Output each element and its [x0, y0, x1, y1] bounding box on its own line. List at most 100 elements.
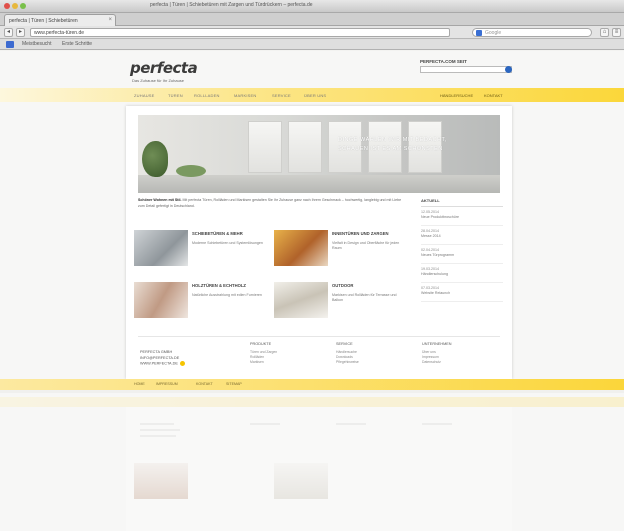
footer-link[interactable]: Markisen: [250, 360, 326, 365]
news-date: 12.05.2014: [421, 210, 439, 214]
browser-search-placeholder: Google: [485, 30, 502, 36]
footer-bar-link[interactable]: HOME: [134, 382, 145, 386]
footer-divider: [0, 390, 624, 393]
news-item[interactable]: 19.03.2014 Händlerschulung: [421, 264, 503, 283]
news-heading: AKTUELL: [421, 196, 503, 207]
footer-bar: HOME IMPRESSUM KONTAKT SITEMAP: [0, 379, 624, 390]
back-button[interactable]: ◂: [4, 28, 13, 37]
news-date: 07.03.2014: [421, 286, 439, 290]
navigation-toolbar: ◂ ▸ www.perfecta-türen.de Google ⌂ ≡: [0, 26, 624, 39]
news-item[interactable]: 02.04.2014 Neues Türprogramm: [421, 245, 503, 264]
hero-line-2: SCHAUEN IST ES AM SCHÖNSTEN: [338, 146, 443, 152]
reflection-line: [140, 429, 180, 431]
reflection-line: [422, 423, 452, 425]
contact-line-text[interactable]: WWW.PERFECTA.DE: [140, 362, 178, 366]
teaser-title[interactable]: SCHIEBETÜREN & MEHR: [192, 231, 264, 236]
zoom-window-button[interactable]: [20, 3, 26, 9]
footer-bar-link[interactable]: KONTAKT: [196, 382, 213, 386]
footer-column: UNTERNEHMEN Über uns Impressum Datenschu…: [422, 342, 498, 365]
close-window-button[interactable]: [4, 3, 10, 9]
teaser-card[interactable]: SCHIEBETÜREN & MEHR Moderne Schiebetüren…: [134, 230, 264, 268]
news-title[interactable]: Website Relaunch: [421, 291, 503, 295]
hero-banner[interactable]: DINGE WÄHLEN WIR MIT BEDACHT, SCHAUEN IS…: [138, 115, 500, 193]
header-search-input[interactable]: [420, 66, 512, 73]
home-button[interactable]: ⌂: [600, 28, 609, 37]
teaser-title[interactable]: HOLZTÜREN & ECHTHOLZ: [192, 283, 264, 288]
url-bar[interactable]: www.perfecta-türen.de: [30, 28, 450, 37]
tab-bar: perfecta | Türen | Schiebetüren ×: [0, 13, 624, 26]
minimize-window-button[interactable]: [12, 3, 18, 9]
footer-column: PRODUKTE Türen und Zargen Rollläden Mark…: [250, 342, 326, 365]
news-date: 28.04.2014: [421, 229, 439, 233]
site-logo[interactable]: perfecta: [130, 59, 198, 77]
footer-link[interactable]: Datenschutz: [422, 360, 498, 365]
menu-item-rollladen[interactable]: ROLLLADEN: [194, 93, 220, 98]
teaser-image: [274, 282, 328, 318]
hero-line-1: DINGE WÄHLEN WIR MIT BEDACHT,: [338, 137, 447, 143]
intro-bold: Schöner Wohnen mit Stil.: [138, 198, 182, 202]
bookmark-item[interactable]: Meistbesucht: [22, 41, 51, 47]
news-date: 19.03.2014: [421, 267, 439, 271]
hero-caption: DINGE WÄHLEN WIR MIT BEDACHT, SCHAUEN IS…: [338, 133, 483, 163]
footer-column-heading: UNTERNEHMEN: [422, 342, 452, 346]
reflection-line: [250, 423, 280, 425]
bookmarks-icon[interactable]: [6, 41, 14, 48]
reflection-line: [140, 435, 176, 437]
menu-item-zuhause[interactable]: ZUHAUSE: [134, 93, 155, 98]
browser-search-box[interactable]: Google: [472, 28, 592, 37]
window-title: perfecta | Türen | Schiebetüren mit Zarg…: [150, 2, 313, 8]
content-card: DINGE WÄHLEN WIR MIT BEDACHT, SCHAUEN IS…: [126, 106, 512, 379]
main-menu: ZUHAUSE TÜREN ROLLLADEN MARKISEN SERVICE…: [0, 88, 624, 102]
teaser-card[interactable]: INNENTÜREN UND ZARGEN Vielfalt in Design…: [274, 230, 404, 268]
hero-window-image: [248, 121, 282, 173]
teaser-text: Markisen und Rollläden für Terrasse und …: [332, 293, 397, 302]
news-item[interactable]: 07.03.2014 Website Relaunch: [421, 283, 503, 302]
header-search-label: PERFECTA.COM SEIT: [420, 59, 467, 64]
news-item[interactable]: 12.05.2014 Neue Produktbroschüre: [421, 207, 503, 226]
news-sidebar: AKTUELL 12.05.2014 Neue Produktbroschüre…: [421, 196, 503, 302]
news-title[interactable]: Händlerschulung: [421, 272, 503, 276]
plant-image: [176, 165, 206, 177]
forward-button[interactable]: ▸: [16, 28, 25, 37]
menu-item-ueber-uns[interactable]: ÜBER UNS: [304, 93, 326, 98]
reflection-card: [126, 407, 512, 531]
browser-tab[interactable]: perfecta | Türen | Schiebetüren ×: [4, 14, 116, 26]
footer-divider: [138, 336, 500, 337]
plant-image: [142, 141, 168, 177]
close-tab-icon[interactable]: ×: [108, 17, 112, 23]
site-tagline: Das Zuhause für Ihr Zuhause: [132, 78, 185, 83]
menu-item-tueren[interactable]: TÜREN: [168, 93, 183, 98]
menu-item-haendlersuche[interactable]: HÄNDLERSUCHE: [440, 93, 473, 98]
news-title[interactable]: Neues Türprogramm: [421, 253, 503, 257]
footer-column: SERVICE Händlersuche Downloads Pflegehin…: [336, 342, 412, 365]
reflection-bar: [0, 397, 624, 407]
reflection-line: [336, 423, 366, 425]
teaser-card[interactable]: OUTDOOR Markisen und Rollläden für Terra…: [274, 282, 404, 320]
bookmark-item[interactable]: Erste Schritte: [62, 41, 92, 47]
teaser-image: [134, 282, 188, 318]
news-item[interactable]: 28.04.2014 Messe 2014: [421, 226, 503, 245]
news-title[interactable]: Messe 2014: [421, 234, 503, 238]
footer-bar-link[interactable]: IMPRESSUM: [156, 382, 178, 386]
teaser-title[interactable]: OUTDOOR: [332, 283, 404, 288]
menu-item-kontakt[interactable]: KONTAKT: [484, 93, 503, 98]
menu-button[interactable]: ≡: [612, 28, 621, 37]
teaser-card[interactable]: HOLZTÜREN & ECHTHOLZ Natürliche Ausstrah…: [134, 282, 264, 320]
contact-line[interactable]: WWW.PERFECTA.DE: [140, 361, 230, 367]
teaser-text: Natürliche Ausstrahlung mit edlen Furnie…: [192, 293, 262, 297]
reflection-image: [134, 463, 188, 499]
hero-floor: [138, 175, 500, 193]
footer-bar-link[interactable]: SITEMAP: [226, 382, 242, 386]
tab-title: perfecta | Türen | Schiebetüren: [9, 18, 78, 24]
page-reflection: [0, 395, 624, 531]
teaser-text: Vielfalt in Design und Oberfläche für je…: [332, 241, 400, 250]
menu-item-markisen[interactable]: MARKISEN: [234, 93, 257, 98]
menu-item-service[interactable]: SERVICE: [272, 93, 291, 98]
news-title[interactable]: Neue Produktbroschüre: [421, 215, 503, 219]
arrow-circle-icon[interactable]: [179, 361, 185, 366]
footer-link[interactable]: Pflegehinweise: [336, 360, 412, 365]
intro-text: Schöner Wohnen mit Stil. Mit perfecta Tü…: [138, 198, 408, 209]
teaser-title[interactable]: INNENTÜREN UND ZARGEN: [332, 231, 404, 236]
teaser-text: Moderne Schiebetüren und Systemlösungen: [192, 241, 263, 245]
search-submit-icon[interactable]: [505, 66, 512, 73]
